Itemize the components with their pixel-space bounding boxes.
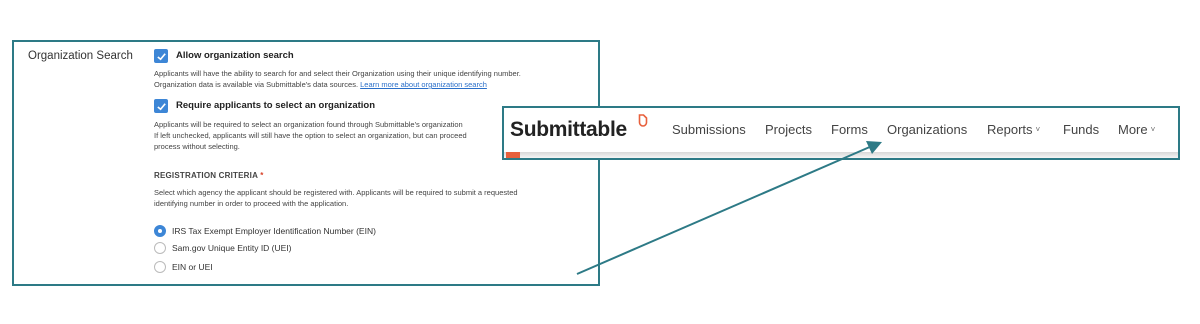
callout-arrow <box>576 141 882 275</box>
